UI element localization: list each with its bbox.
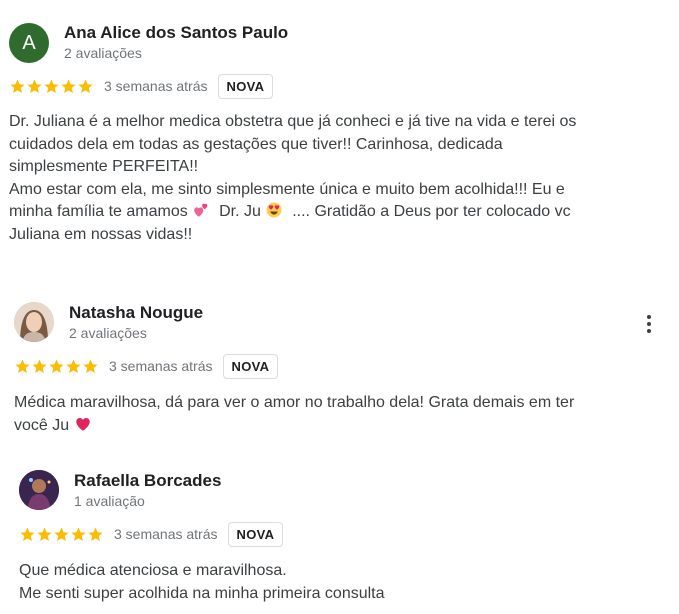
more-vert-icon — [647, 329, 651, 333]
new-badge: NOVA — [217, 73, 274, 99]
review-card: Natasha Nougue 2 avaliações 3 semanas at… — [0, 290, 679, 450]
star-icon — [88, 526, 103, 541]
new-badge: NOVA — [227, 521, 284, 547]
review-text-line: simplesmente PERFEITA!! — [9, 158, 199, 175]
star-icon — [49, 358, 64, 373]
red-heart-emoji — [75, 417, 90, 431]
review-text-line: Me senti super acolhida na minha primeir… — [19, 584, 385, 602]
reviewer-review-count: 1 avaliação — [74, 493, 145, 509]
review-text-fragment: minha família te amamos — [9, 203, 188, 220]
reviewer-name[interactable]: Rafaella Borcades — [74, 471, 221, 491]
star-icon — [66, 358, 81, 373]
two-hearts-emoji — [194, 203, 208, 217]
more-vert-icon — [647, 315, 651, 319]
reviewer-name[interactable]: Natasha Nougue — [69, 303, 203, 323]
star-rating — [19, 526, 104, 543]
review-date: 3 semanas atrás — [109, 358, 213, 374]
review-text-line: Médica maravilhosa, dá para ver o amor n… — [14, 394, 575, 411]
star-icon — [61, 78, 76, 93]
star-icon — [83, 358, 98, 373]
review-text-fragment: .... Gratidão a Deus por ter colocado vc — [292, 203, 571, 220]
star-rating — [14, 358, 99, 375]
avatar-photo — [14, 302, 54, 342]
heart-eyes-emoji — [266, 202, 282, 218]
review-text-line: você Ju — [14, 415, 574, 438]
review-text-line: minha família te amamos Dr. Ju .... Grat… — [9, 201, 576, 224]
more-options-button[interactable] — [637, 310, 661, 338]
star-icon — [20, 526, 35, 541]
avatar[interactable]: A — [9, 23, 49, 63]
reviewer-review-count: 2 avaliações — [64, 45, 142, 61]
rating-row: 3 semanas atrás NOVA — [9, 72, 274, 100]
review-card: Rafaella Borcades 1 avaliação 3 semanas … — [0, 458, 679, 614]
review-card: A Ana Alice dos Santos Paulo 2 avaliaçõe… — [0, 0, 679, 280]
more-vert-icon — [647, 322, 651, 326]
avatar[interactable] — [14, 302, 54, 342]
review-text-line: Amo estar com ela, me sinto simplesmente… — [9, 180, 565, 198]
review-text-line: cuidados dela em todas as gestações que … — [9, 135, 503, 153]
avatar-photo — [19, 470, 59, 510]
star-rating — [9, 78, 94, 95]
review-text: Médica maravilhosa, dá para ver o amor n… — [14, 392, 574, 437]
review-text-line: Que médica atenciosa e maravilhosa. — [19, 562, 287, 579]
star-icon — [71, 526, 86, 541]
review-text-line: Juliana em nossas vidas!! — [9, 225, 193, 243]
review-text: Que médica atenciosa e maravilhosa. Me s… — [19, 560, 385, 605]
rating-row: 3 semanas atrás NOVA — [14, 352, 279, 380]
star-icon — [44, 78, 59, 93]
star-icon — [15, 358, 30, 373]
reviewer-name[interactable]: Ana Alice dos Santos Paulo — [64, 23, 288, 43]
avatar[interactable] — [19, 470, 59, 510]
review-text: Dr. Juliana é a melhor medica obstetra q… — [9, 111, 576, 246]
star-icon — [27, 78, 42, 93]
star-icon — [54, 526, 69, 541]
reviewer-review-count: 2 avaliações — [69, 325, 147, 341]
new-badge: NOVA — [222, 353, 279, 379]
star-icon — [10, 78, 25, 93]
star-icon — [32, 358, 47, 373]
review-date: 3 semanas atrás — [104, 78, 208, 94]
review-text-fragment: Dr. Ju — [219, 203, 261, 220]
star-icon — [37, 526, 52, 541]
star-icon — [78, 78, 93, 93]
review-text-fragment: você Ju — [14, 416, 70, 434]
review-date: 3 semanas atrás — [114, 526, 218, 542]
review-text-line: Dr. Juliana é a melhor medica obstetra q… — [9, 113, 577, 130]
rating-row: 3 semanas atrás NOVA — [19, 520, 284, 548]
